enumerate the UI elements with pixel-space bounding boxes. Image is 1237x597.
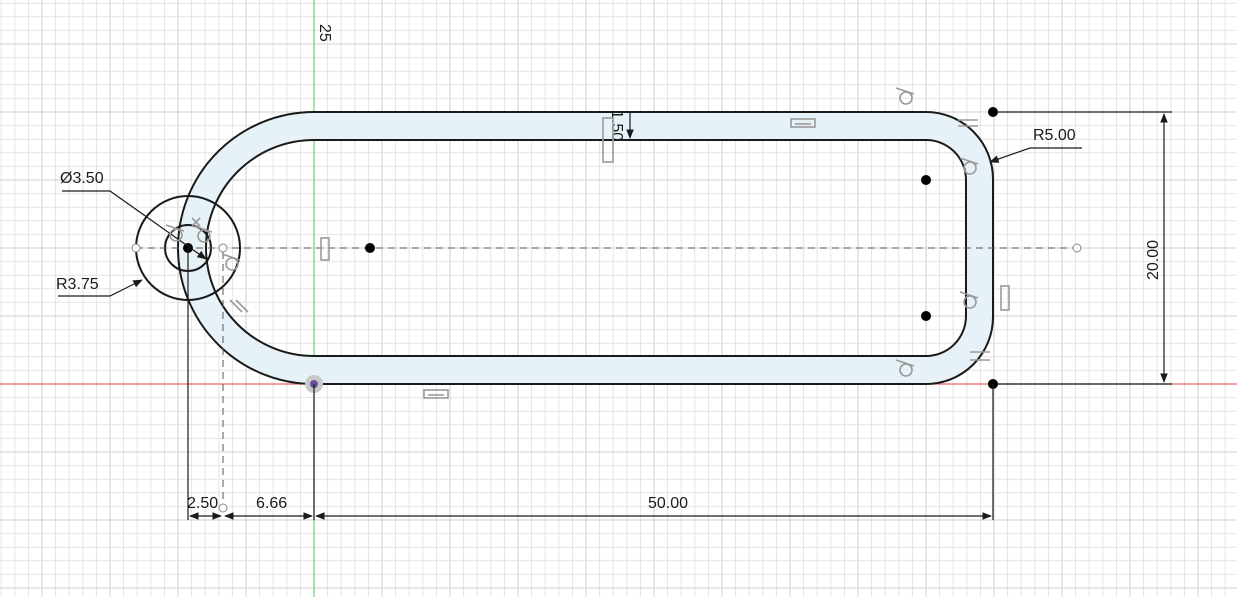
dim-text-r5[interactable]: R5.00 xyxy=(1033,127,1076,144)
sketch-grid xyxy=(0,0,1237,597)
axis-label-25: 25 xyxy=(316,24,333,42)
centerline-end-point[interactable] xyxy=(1072,243,1082,253)
corner-center-top[interactable] xyxy=(921,175,931,185)
arc-center-point[interactable] xyxy=(365,243,375,253)
dim-text-2-50[interactable]: 2.50 xyxy=(187,495,218,512)
dim-text-offset[interactable]: 1.50 xyxy=(608,110,625,141)
tangent-projected-point[interactable] xyxy=(218,503,228,513)
corner-center-bottom[interactable] xyxy=(921,311,931,321)
tangent-point[interactable] xyxy=(218,243,228,253)
dim-text-diameter[interactable]: Ø3.50 xyxy=(60,170,104,187)
sketch-canvas[interactable]: 2.50 6.66 50.00 20.00 R5.00 Ø3.50 R3.75 … xyxy=(0,0,1237,597)
dim-point-top[interactable] xyxy=(988,107,998,117)
leader-r5 xyxy=(989,147,1082,163)
dim-text-6-66[interactable]: 6.66 xyxy=(256,495,287,512)
dim-text-r3-75[interactable]: R3.75 xyxy=(56,276,99,293)
dim-text-50-00[interactable]: 50.00 xyxy=(648,495,688,512)
dim-text-20-00[interactable]: 20.00 xyxy=(1145,240,1162,280)
centerline-start-point[interactable] xyxy=(131,243,141,253)
